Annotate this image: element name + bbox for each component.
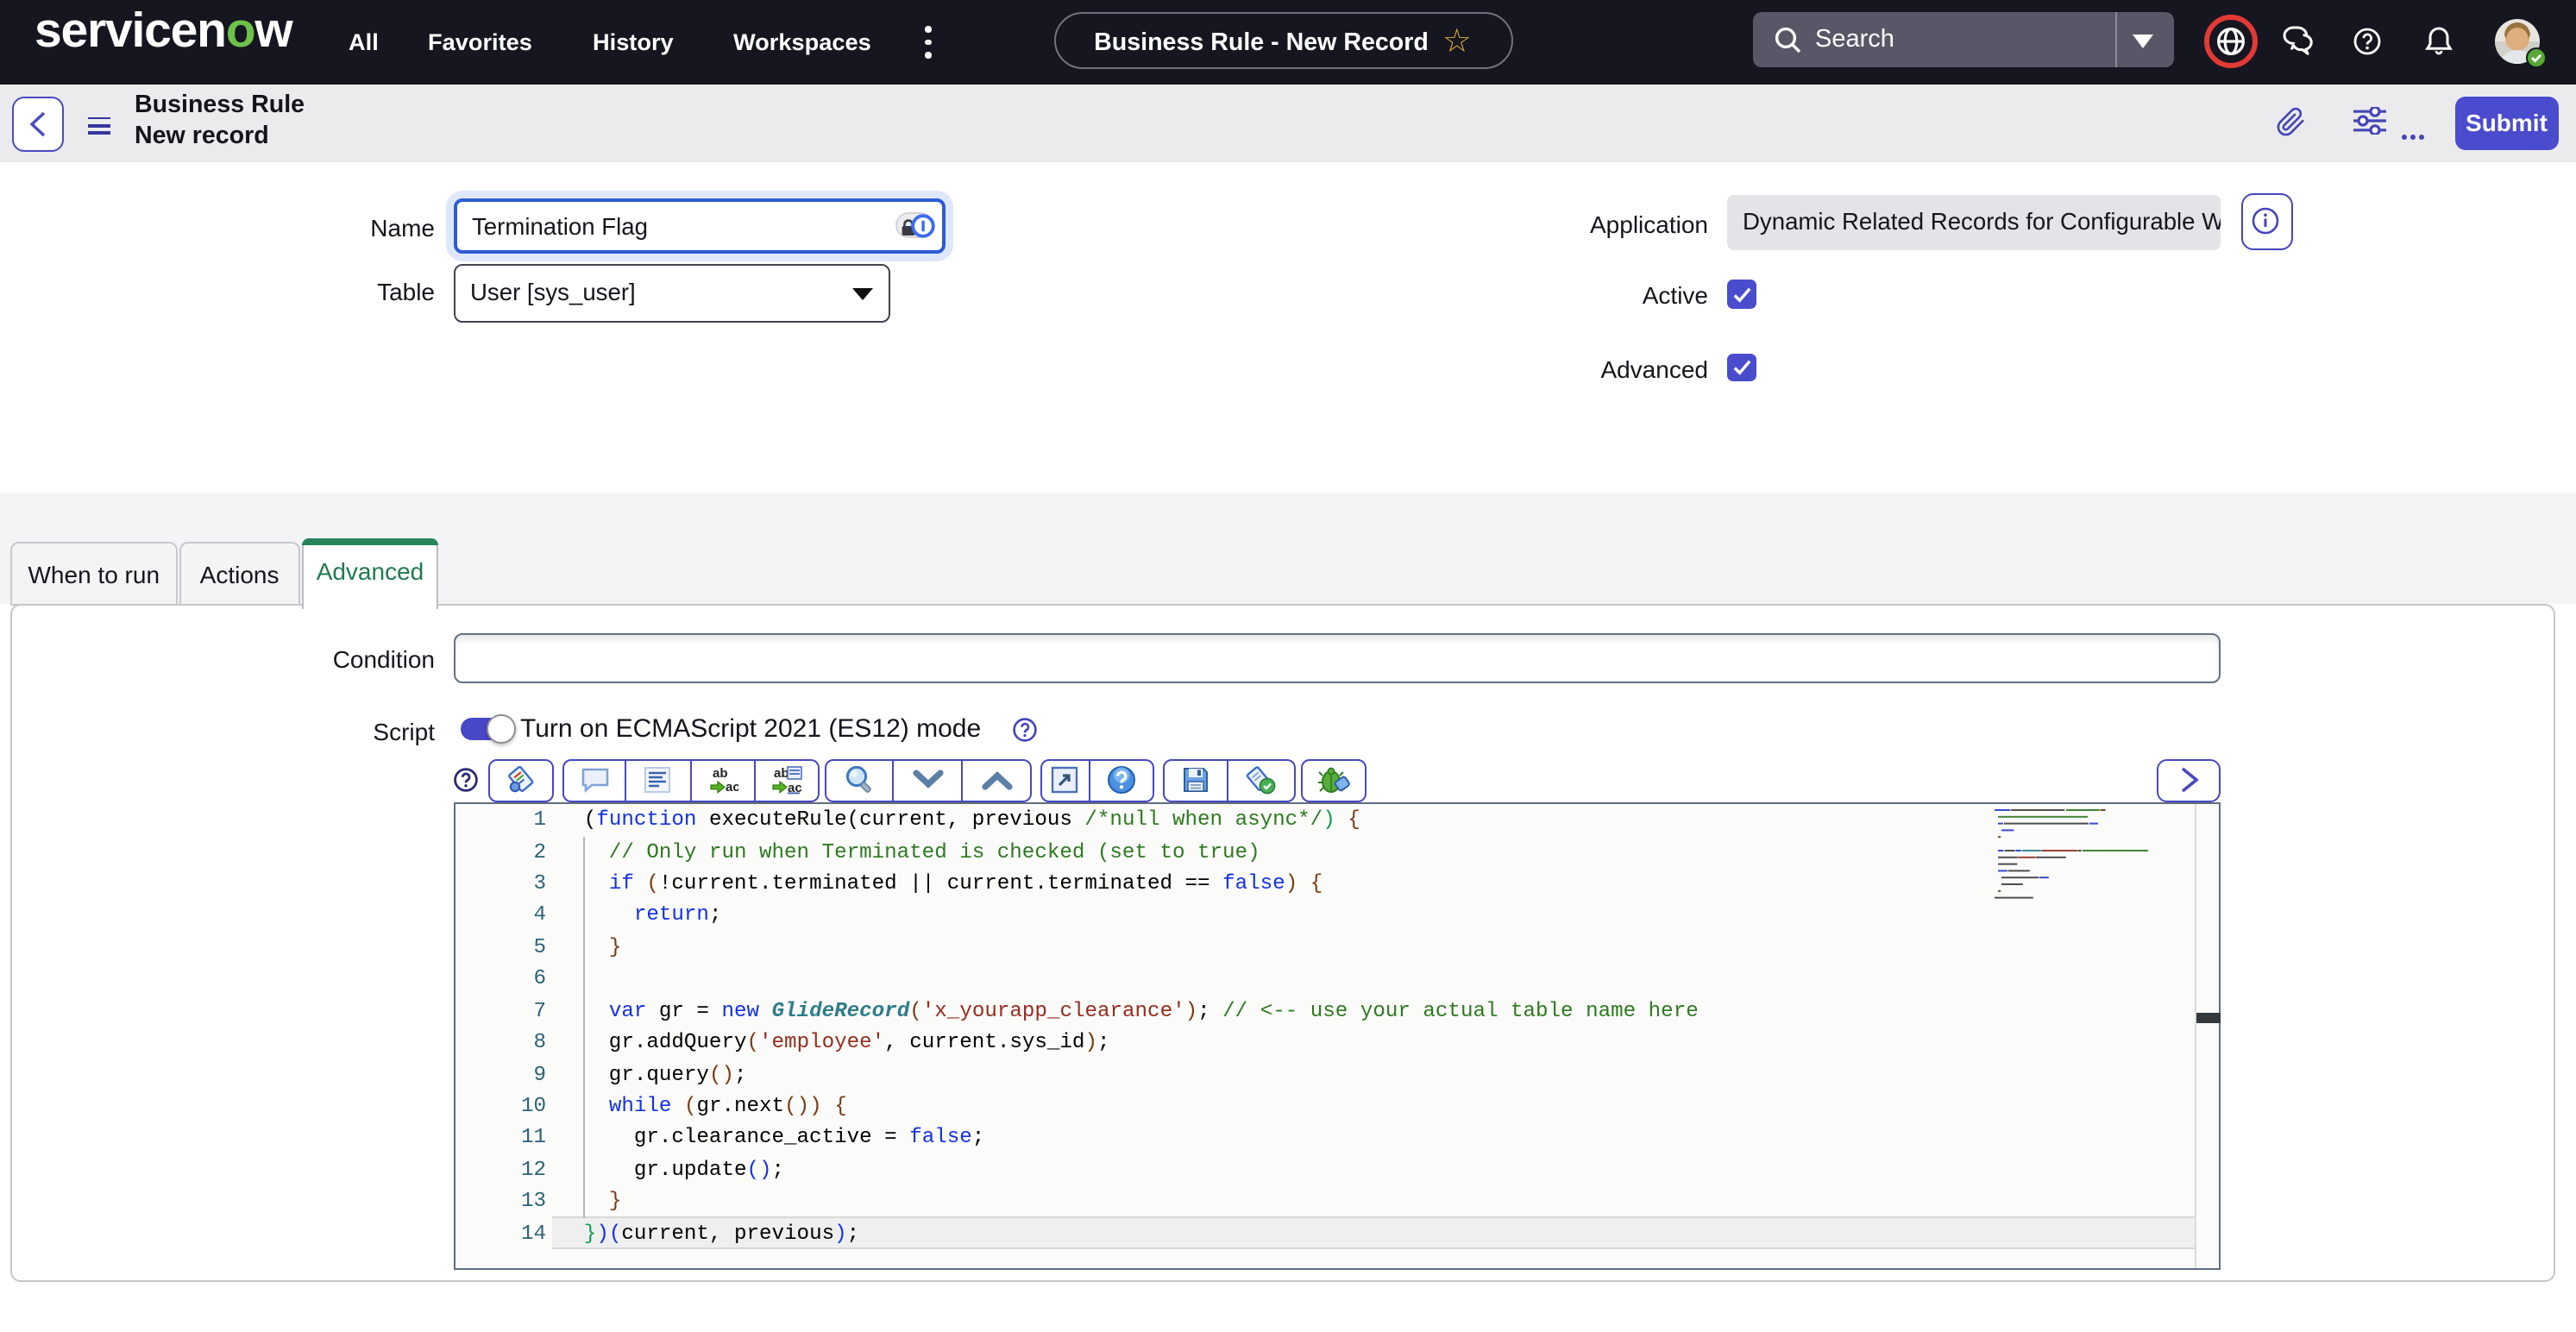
svg-text:ab: ab [712,766,727,781]
svg-text:ab: ab [774,766,789,781]
svg-text:ac: ac [725,780,738,795]
